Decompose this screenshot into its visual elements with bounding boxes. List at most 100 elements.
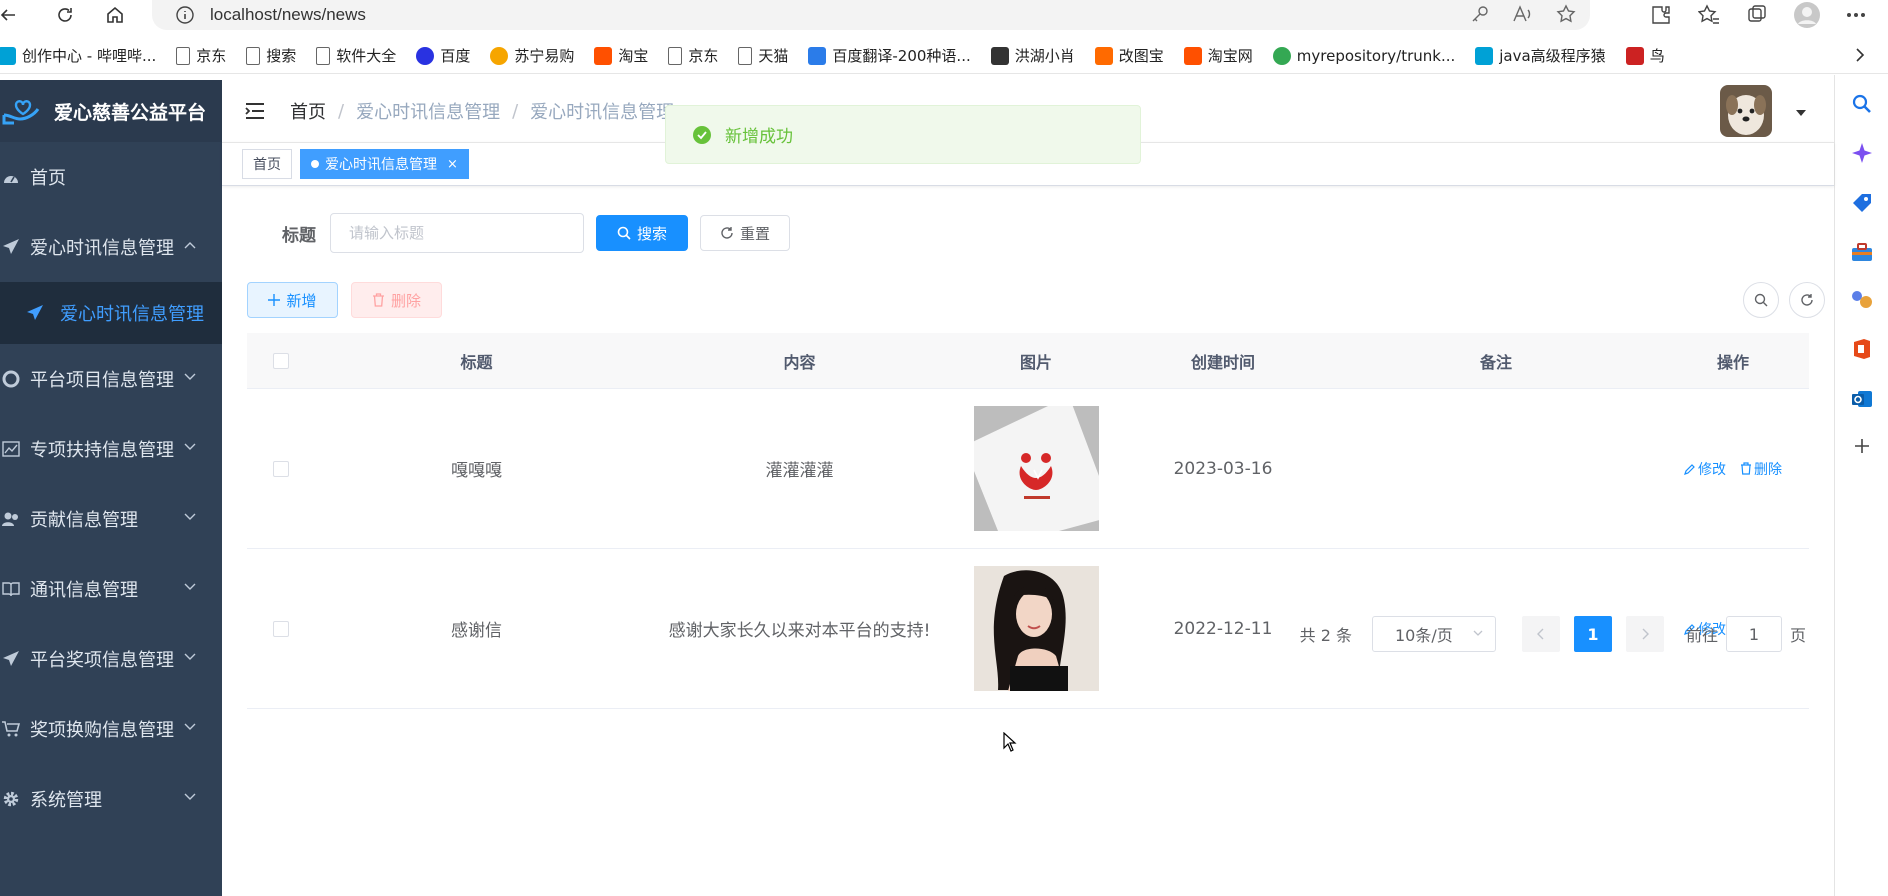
goto-page-input[interactable] [1725,616,1782,652]
sidebar-item[interactable]: 平台奖项信息管理 [0,624,222,694]
bookmark-item[interactable]: 创作中心 - 哔哩哔... [0,45,156,66]
next-page-button[interactable] [1625,616,1664,652]
favorite-add-icon[interactable] [1556,4,1578,24]
copilot-icon[interactable] [1850,141,1874,165]
close-icon[interactable]: × [447,157,458,172]
bookmark-label: 洪湖小肖 [1014,47,1075,65]
title-label: 标题 [282,225,316,246]
sidebar-menu: 首页 爱心时讯信息管理 爱心时讯信息管理 平台项目信息管理 专项扶持信息管理 贡献信息管理… [0,142,222,834]
search-icon [1754,293,1768,307]
breadcrumb-home[interactable]: 首页 [290,98,326,124]
key-icon[interactable] [1470,4,1490,24]
select-all-checkbox[interactable] [273,352,289,369]
page-number[interactable]: 1 [1573,616,1612,652]
extensions-icon[interactable] [1650,4,1672,26]
sidebar-item[interactable]: 平台项目信息管理 [0,344,222,414]
breadcrumb: 首页 / 爱心时讯信息管理 / 爱心时讯信息管理 [290,98,674,124]
outlook-icon[interactable] [1850,387,1874,411]
portrait-thumbnail[interactable] [973,566,1099,691]
cell-actions: 修改 删除 [1657,459,1809,479]
caret-down-icon[interactable] [1796,110,1806,116]
brand[interactable]: 爱心慈善公益平台 [0,80,222,142]
charity-logo-thumbnail[interactable] [973,406,1099,531]
bookmark-item[interactable]: java高级程序猿 [1475,45,1606,66]
bookmark-item[interactable]: myrepository/trunk... [1272,46,1455,65]
translate-icon [808,46,827,65]
edit-link[interactable]: 修改 [1684,459,1726,479]
address-bar[interactable]: localhost/news/news [152,0,1590,30]
address-url[interactable]: localhost/news/news [210,5,366,25]
tag-active[interactable]: 爱心时讯信息管理 × [300,149,469,179]
chevron-down-icon [184,793,196,801]
sidebar-item[interactable]: 专项扶持信息管理 [0,414,222,484]
search-icon[interactable] [1851,93,1873,115]
row-select-cell [247,620,315,637]
sidebar-item[interactable]: 通讯信息管理 [0,554,222,624]
avatar[interactable] [1720,85,1772,137]
bookmark-item[interactable]: 淘宝网 [1183,45,1253,66]
bookmark-item[interactable]: 天猫 [738,45,788,66]
tag-home[interactable]: 首页 [242,149,292,179]
sidebar-item[interactable]: 系统管理 [0,764,222,834]
delete-button[interactable]: 删除 [351,282,442,318]
refresh-table-button[interactable] [1789,282,1825,318]
more-icon[interactable] [1846,12,1866,18]
home-button[interactable] [90,0,140,30]
profile-icon[interactable] [1794,2,1820,28]
sidebar-item[interactable]: 爱心时讯信息管理 [0,212,222,282]
reset-button[interactable]: 重置 [700,215,790,251]
chevron-down-icon [184,513,196,521]
bookmark-item[interactable]: 搜索 [246,45,296,66]
sidebar-item-label: 爱心时讯信息管理 [30,238,174,259]
prev-page-button[interactable] [1521,616,1560,652]
title-search-input[interactable] [330,213,584,253]
games-icon[interactable] [1849,289,1875,311]
sidebar-item-label: 平台奖项信息管理 [30,650,174,671]
sidebar-item[interactable]: 贡献信息管理 [0,484,222,554]
collections-icon[interactable] [1746,4,1768,26]
bookmark-item[interactable]: 百度翻译-200种语... [808,45,971,66]
sidebar-item[interactable]: 首页 [0,142,222,212]
bookmark-label: 京东 [688,47,719,65]
add-icon[interactable] [1853,437,1871,455]
bookmark-item[interactable]: 苏宁易购 [490,45,574,66]
bookmark-item[interactable]: 软件大全 [316,45,396,66]
bookmark-item[interactable]: 洪湖小肖 [990,45,1075,66]
bookmark-item[interactable]: 改图宝 [1094,45,1164,66]
reload-button[interactable] [40,0,90,30]
hamburger-icon[interactable] [244,102,266,120]
header-note: 备注 [1479,352,1512,372]
bookmark-item[interactable]: 百度 [416,45,470,66]
aperture-icon [0,370,26,388]
row-checkbox[interactable] [273,460,289,477]
page-size-select[interactable]: 10条/页 [1371,616,1496,652]
chevron-left-icon [1536,628,1545,640]
sidebar-subitem-active[interactable]: 爱心时讯信息管理 [0,282,222,344]
sidebar-item[interactable]: 奖项换购信息管理 [0,694,222,764]
tag-icon[interactable] [1850,191,1874,215]
page-icon [246,46,261,65]
chart-icon [0,441,26,457]
bookmark-item[interactable]: 淘宝 [594,45,648,66]
bookmark-item[interactable]: 京东 [176,45,226,66]
suning-icon [490,46,509,65]
bookmark-item[interactable]: 京东 [668,45,718,66]
favorites-icon[interactable] [1698,4,1720,26]
arrow-left-icon [0,7,16,23]
back-button[interactable] [0,0,20,30]
toggle-search-button[interactable] [1743,282,1779,318]
row-checkbox[interactable] [273,620,289,637]
bookmark-label: 搜索 [266,47,297,65]
cell-title: 嘎嘎嘎 [451,461,502,481]
toolbox-icon[interactable] [1850,241,1874,263]
bookmark-item[interactable]: 鸟 [1625,45,1665,66]
row-select-cell [247,460,315,477]
read-aloud-icon[interactable] [1512,4,1534,24]
sidebar-item-label: 奖项换购信息管理 [30,720,174,741]
delete-link[interactable]: 删除 [1740,459,1782,479]
chevron-right-icon[interactable] [1854,46,1866,64]
search-button[interactable]: 搜索 [596,215,688,251]
add-button[interactable]: 新增 [247,282,338,318]
bird-icon [1625,46,1644,65]
office-icon[interactable] [1851,337,1873,361]
